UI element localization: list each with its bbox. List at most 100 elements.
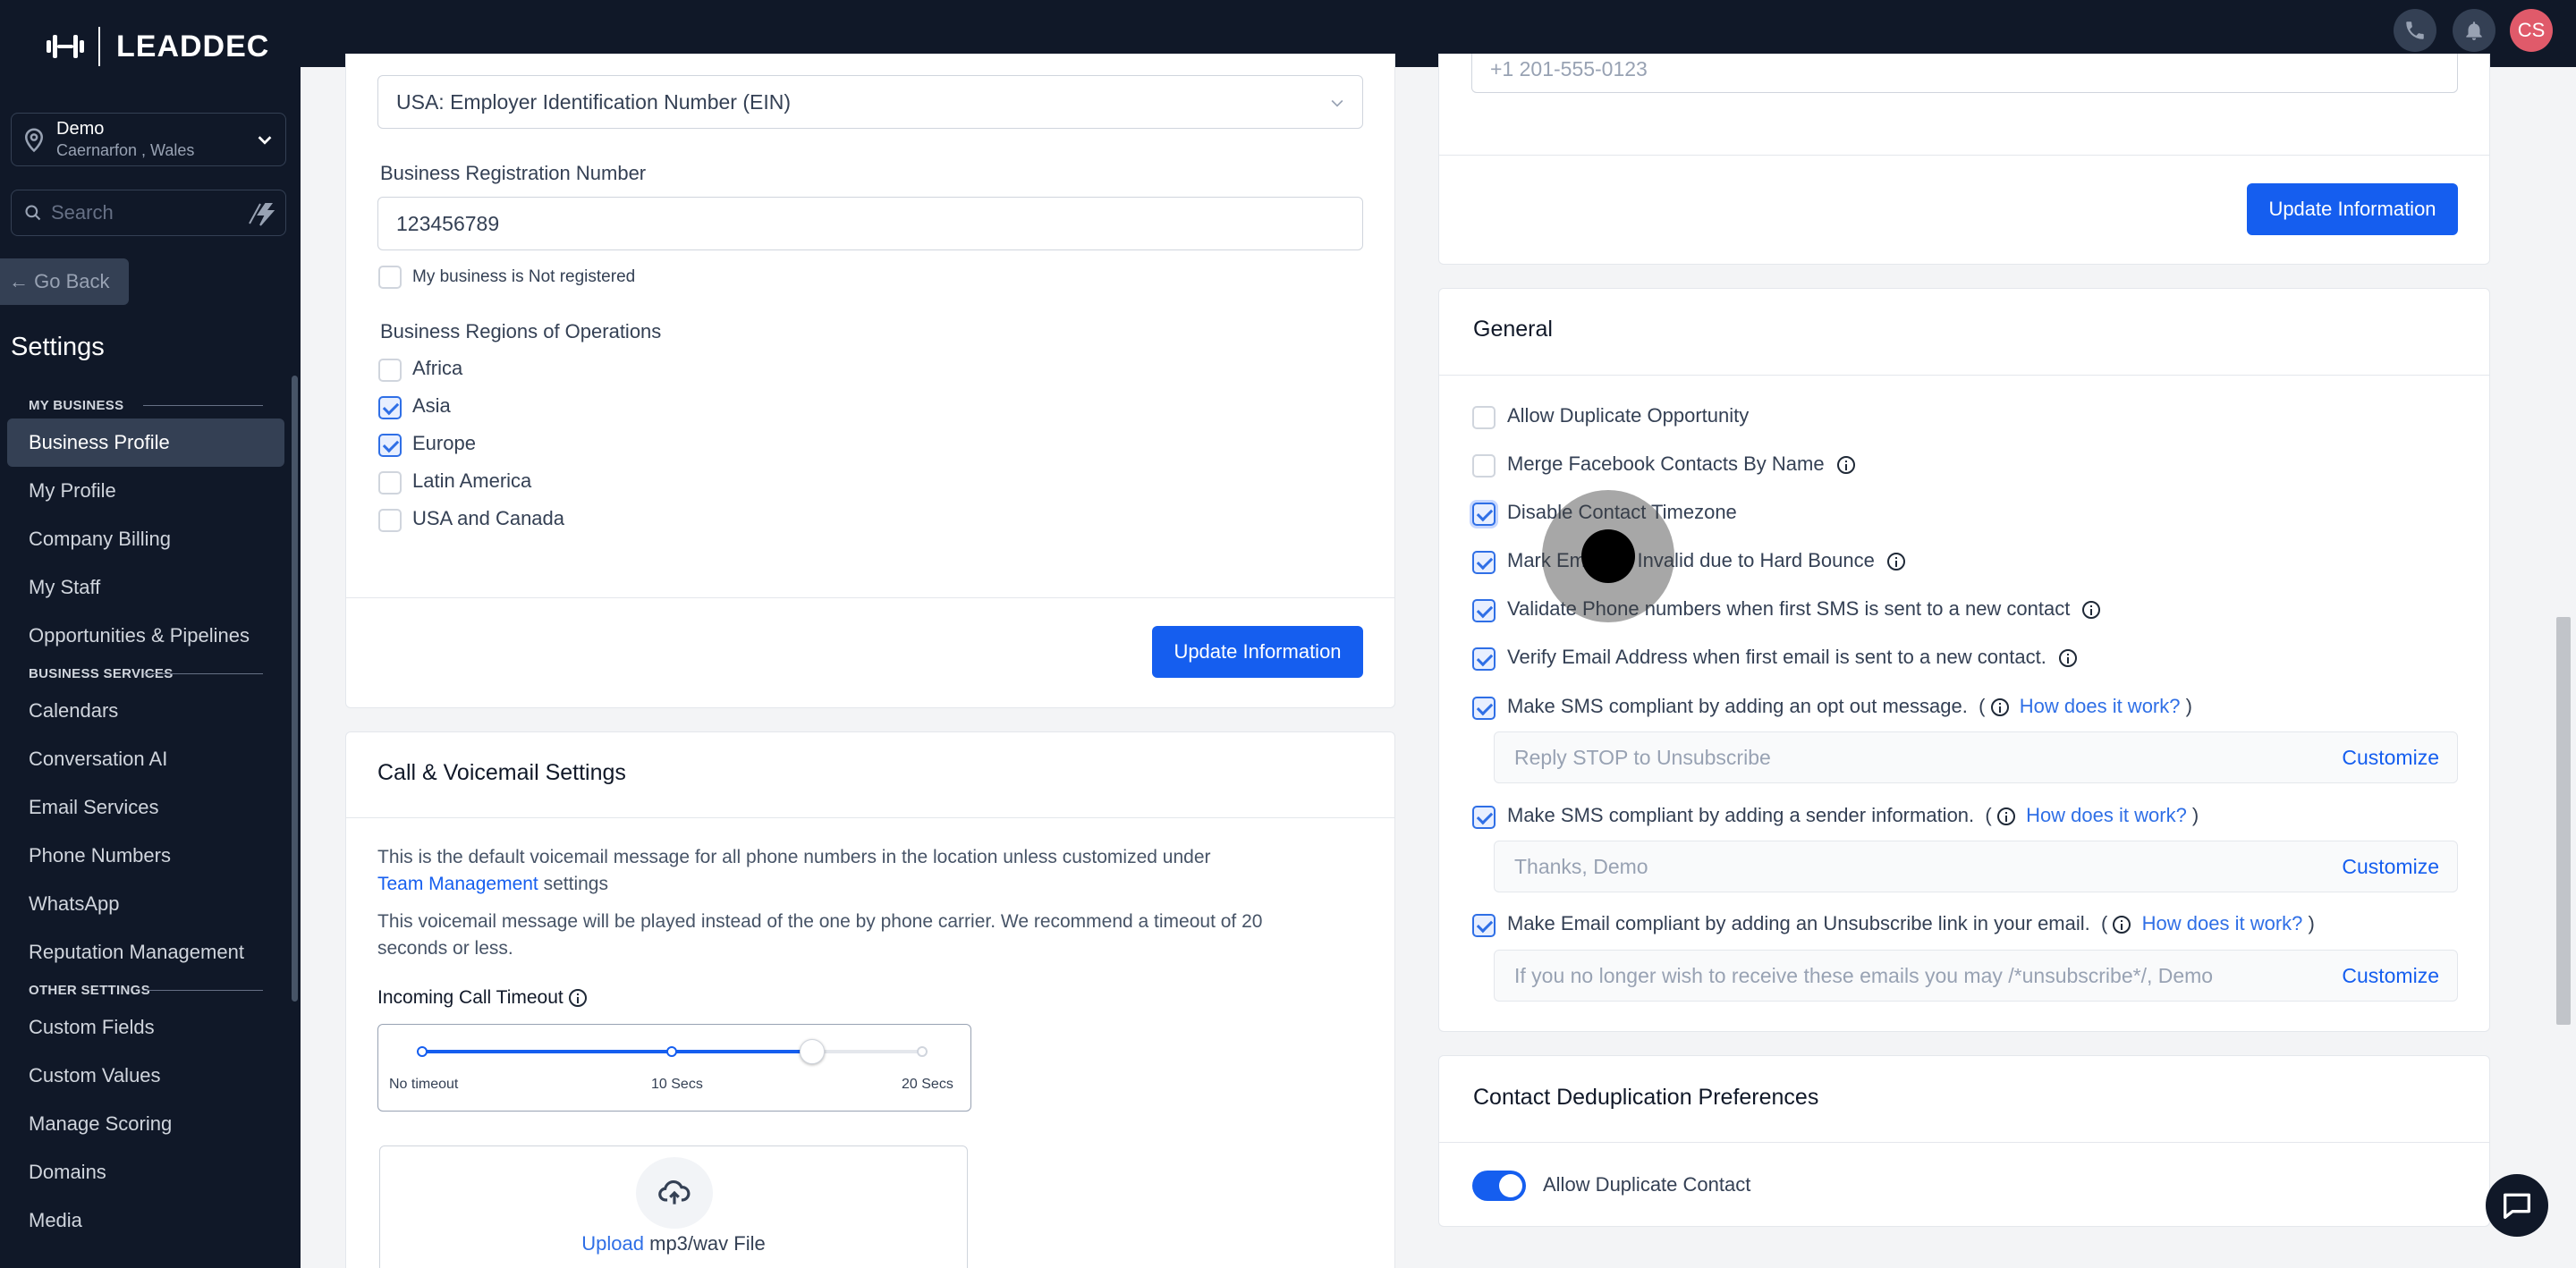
general-option-checkbox[interactable] [1472, 599, 1496, 622]
brand-logo[interactable]: LEADDEC [47, 27, 269, 66]
info-icon[interactable] [2082, 601, 2101, 620]
go-back-button[interactable]: ← Go Back [0, 258, 129, 305]
phone-field-clip: +1 201-555-0123 [1471, 54, 2458, 95]
phone-input[interactable]: +1 201-555-0123 [1471, 54, 2458, 93]
dedup-panel [1438, 1055, 2490, 1227]
info-icon[interactable] [568, 989, 587, 1008]
general-option-checkbox[interactable] [1472, 503, 1496, 526]
nav-item-my-staff[interactable]: My Staff [0, 563, 292, 612]
user-avatar[interactable]: CS [2510, 9, 2553, 52]
email-unsubscribe-message-box[interactable]: If you no longer wish to receive these e… [1494, 950, 2458, 1002]
chat-widget-button[interactable] [2486, 1174, 2548, 1237]
nav-item-my-profile[interactable]: My Profile [0, 467, 292, 515]
nav-item-calendars[interactable]: Calendars [0, 687, 292, 735]
nav-section-business-services: BUSINESS SERVICES [0, 660, 292, 687]
region-asia-label: Asia [412, 394, 451, 417]
info-icon[interactable] [1886, 553, 1905, 571]
registration-number-label: Business Registration Number [380, 162, 647, 184]
nav-item-opportunities[interactable]: Opportunities & Pipelines [0, 612, 292, 660]
nav-item-business-profile[interactable]: Business Profile [7, 418, 284, 467]
slider-thumb[interactable] [799, 1039, 825, 1064]
allow-duplicate-contact-label: Allow Duplicate Contact [1543, 1173, 1751, 1196]
slider-fill [421, 1050, 812, 1053]
upload-link[interactable]: Upload [581, 1232, 644, 1255]
nav-item-email-services[interactable]: Email Services [0, 783, 292, 832]
info-icon[interactable] [1990, 698, 2009, 717]
quick-actions-icon[interactable] [246, 200, 278, 227]
not-registered-checkbox[interactable] [378, 266, 402, 289]
region-usa-canada-label: USA and Canada [412, 507, 565, 529]
logo-icon [47, 35, 84, 58]
region-asia-checkbox[interactable] [378, 396, 402, 419]
sms-optout-placeholder: Reply STOP to Unsubscribe [1514, 745, 1771, 769]
sms-optout-message-box[interactable]: Reply STOP to Unsubscribe Customize [1494, 731, 2458, 783]
how-does-it-work-link[interactable]: How does it work? [2020, 695, 2181, 717]
sidebar-scrollbar[interactable] [292, 376, 298, 1002]
settings-nav: MY BUSINESS Business Profile My Profile … [0, 385, 292, 1245]
nav-item-conversation-ai[interactable]: Conversation AI [0, 735, 292, 783]
info-icon[interactable] [1836, 456, 1855, 475]
info-icon[interactable] [1996, 807, 2015, 826]
business-id-type-select[interactable]: USA: Employer Identification Number (EIN… [377, 75, 1363, 129]
region-latin-america-checkbox[interactable] [378, 471, 402, 495]
general-option-checkbox[interactable] [1472, 551, 1496, 574]
general-option-label: Allow Duplicate Opportunity [1507, 404, 1750, 427]
nav-item-media[interactable]: Media [0, 1196, 292, 1245]
slider-min-label: No timeout [389, 1077, 459, 1092]
phone-icon [2406, 21, 2424, 39]
slider-max-label: 20 Secs [902, 1077, 953, 1092]
sms-sender-placeholder: Thanks, Demo [1514, 854, 1648, 878]
customize-button[interactable]: Customize [2342, 855, 2439, 879]
update-information-button[interactable]: Update Information [1152, 626, 1363, 678]
customize-button[interactable]: Customize [2342, 964, 2439, 988]
how-does-it-work-link[interactable]: How does it work? [2142, 912, 2303, 934]
voicemail-desc-1-line2: Team Management settings [377, 874, 608, 894]
customize-button[interactable]: Customize [2342, 746, 2439, 770]
page-scrollbar[interactable] [2556, 617, 2571, 1025]
click-indicator [1542, 490, 1674, 622]
nav-item-company-billing[interactable]: Company Billing [0, 515, 292, 563]
nav-item-domains[interactable]: Domains [0, 1148, 292, 1196]
general-option-checkbox[interactable] [1472, 647, 1496, 671]
region-africa-checkbox[interactable] [378, 359, 402, 382]
sms-sender-checkbox[interactable] [1472, 806, 1496, 829]
update-information-button-right[interactable]: Update Information [2247, 183, 2458, 235]
voicemail-desc-2: This voicemail message will be played in… [377, 911, 1263, 932]
upload-icon-wrap [636, 1157, 713, 1229]
general-title: General [1473, 317, 1553, 342]
sidebar-search[interactable]: Search [11, 190, 286, 236]
bell-icon [2466, 21, 2482, 40]
info-icon[interactable] [2113, 916, 2131, 934]
nav-item-reputation[interactable]: Reputation Management [0, 928, 292, 976]
general-option-checkbox[interactable] [1472, 406, 1496, 429]
allow-duplicate-contact-toggle[interactable] [1472, 1171, 1526, 1201]
voicemail-desc-1: This is the default voicemail message fo… [377, 847, 1211, 867]
nav-item-manage-scoring[interactable]: Manage Scoring [0, 1100, 292, 1148]
voicemail-upload-dropzone[interactable]: Upload mp3/wav File [379, 1145, 968, 1268]
how-does-it-work-link[interactable]: How does it work? [2026, 804, 2187, 826]
registration-number-input[interactable]: 123456789 [377, 197, 1363, 250]
location-switcher[interactable]: Demo Caernarfon , Wales [11, 113, 286, 166]
region-usa-canada-checkbox[interactable] [378, 509, 402, 532]
divider [1439, 1142, 2489, 1143]
nav-item-custom-fields[interactable]: Custom Fields [0, 1003, 292, 1052]
incoming-call-timeout-label: Incoming Call Timeout [377, 987, 587, 1009]
email-unsubscribe-checkbox[interactable] [1472, 914, 1496, 937]
notifications-button[interactable] [2453, 9, 2496, 52]
nav-item-custom-values[interactable]: Custom Values [0, 1052, 292, 1100]
team-management-link[interactable]: Team Management [377, 874, 538, 894]
info-icon[interactable] [2058, 649, 2077, 668]
sms-optout-checkbox[interactable] [1472, 697, 1496, 720]
nav-item-whatsapp[interactable]: WhatsApp [0, 880, 292, 928]
location-name: Demo [56, 119, 105, 139]
slider-tick-mid [666, 1046, 677, 1057]
region-europe-checkbox[interactable] [378, 434, 402, 457]
location-address: Caernarfon , Wales [56, 141, 195, 159]
region-africa-label: Africa [412, 357, 463, 379]
general-option-checkbox[interactable] [1472, 454, 1496, 478]
phone-button[interactable] [2394, 9, 2436, 52]
sms-sender-label: Make SMS compliant by adding a sender in… [1507, 804, 2199, 826]
settings-title: Settings [11, 333, 105, 361]
sms-sender-message-box[interactable]: Thanks, Demo Customize [1494, 841, 2458, 892]
nav-item-phone-numbers[interactable]: Phone Numbers [0, 832, 292, 880]
